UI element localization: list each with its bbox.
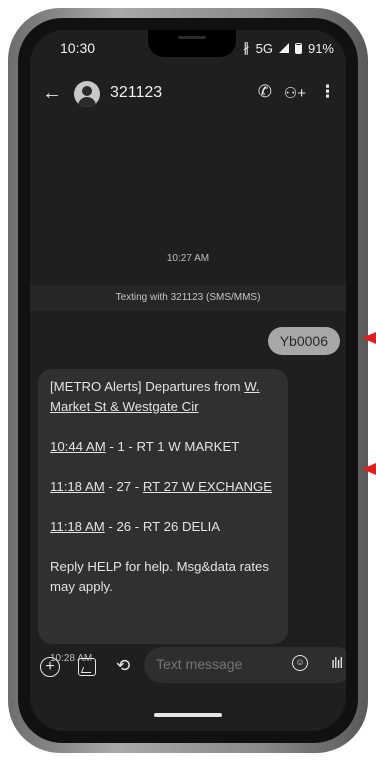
more-options-icon[interactable]: ⋮ [319,82,336,102]
add-attachment-icon[interactable]: + [40,657,60,677]
bluetooth-icon: ∦ [243,40,250,55]
compose-bar: + ⟲ ☺ ılıl [30,647,346,731]
status-icons: ∦ 5G 91% [243,40,334,56]
message-input-container[interactable]: ☺ ılıl [144,647,346,683]
network-label: 5G [255,40,273,56]
route-27-link[interactable]: RT 27 W EXCHANGE [143,479,272,494]
status-time: 10:30 [60,40,96,56]
sent-message-bubble[interactable]: Yb0006 [267,327,340,355]
contact-avatar[interactable] [74,81,100,107]
home-indicator[interactable] [154,713,222,717]
received-message-bubble[interactable]: [METRO Alerts] Departures from W. Market… [38,369,288,644]
voice-input-icon[interactable]: ılıl [331,655,343,672]
battery-icon [294,42,302,54]
camera-notch [148,30,236,57]
departure-1-time-link[interactable]: 10:44 AM [50,439,106,454]
departure-1: 10:44 AM - 1 - RT 1 W MARKET [50,439,240,454]
back-arrow-icon[interactable]: ← [42,82,62,105]
alert-header: [METRO Alerts] Departures from W. Market… [50,379,260,414]
texting-with-banner: Texting with 321123 (SMS/MMS) [30,285,346,311]
conversation-header: ← 321123 ✆ ⚇+ ⋮ [30,70,346,118]
message-input[interactable] [156,656,296,672]
departure-2: 11:18 AM - 27 - RT 27 W EXCHANGE [50,479,273,494]
battery-percent: 91% [307,40,334,56]
smart-reply-icon[interactable]: ⟲ [116,656,130,676]
screen: 10:30 ∦ 5G 91% ← 321123 ✆ ⚇+ ⋮ 10:27 AM … [30,30,346,731]
emoji-icon[interactable]: ☺ [292,655,308,671]
signal-icon [278,43,289,53]
annotation-arrow-sent [362,332,376,344]
message-list[interactable]: 10:27 AM Texting with 321123 (SMS/MMS) Y… [30,118,346,664]
departure-3-time-link[interactable]: 11:18 AM [50,519,105,534]
departure-3: 11:18 AM - 26 - RT 26 DELIA [50,519,221,534]
status-bar: 10:30 ∦ 5G 91% [30,30,346,70]
contact-name[interactable]: 321123 [110,84,162,102]
gallery-icon[interactable] [78,658,96,676]
conversation-timestamp: 10:27 AM [166,253,210,264]
phone-call-icon[interactable]: ✆ [258,82,272,102]
annotation-arrow-received [362,463,376,475]
departure-2-time-link[interactable]: 11:18 AM [50,479,105,494]
alert-footer: Reply HELP for help. Msg&data rates may … [50,559,269,594]
add-person-icon[interactable]: ⚇+ [284,84,306,102]
